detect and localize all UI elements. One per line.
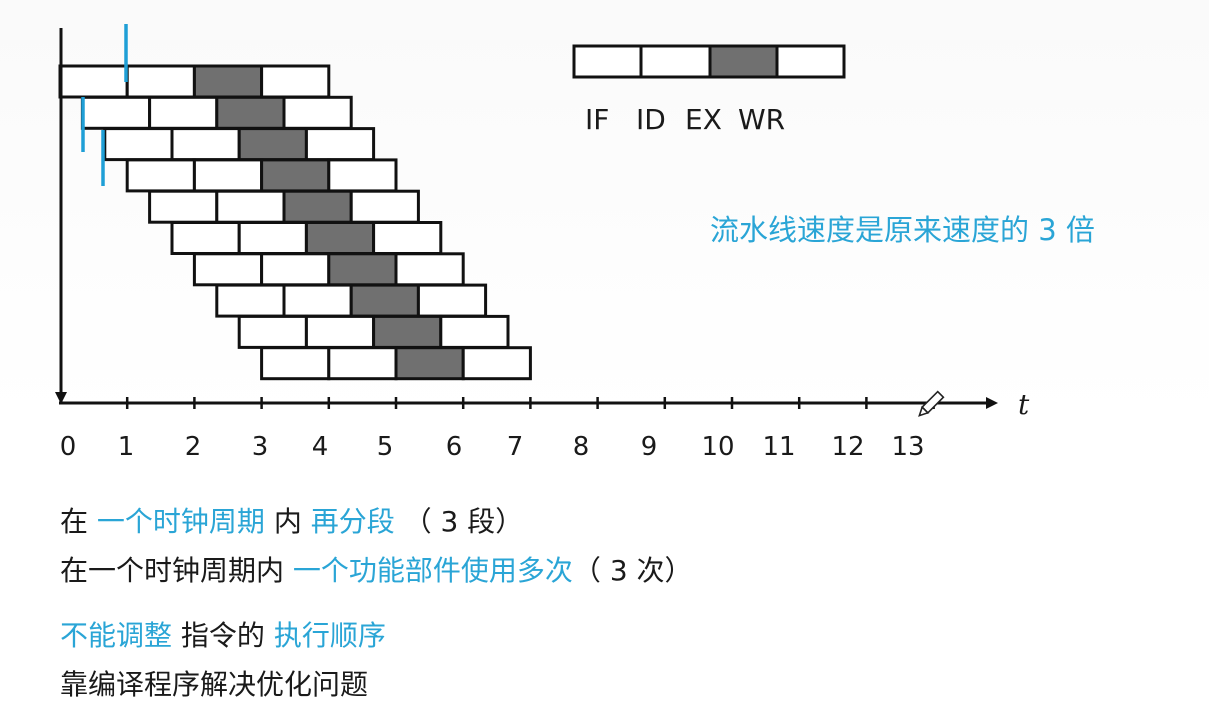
- tick-label: 0: [60, 432, 77, 462]
- plain-text: 在: [60, 505, 97, 538]
- stage-box: [304, 127, 376, 162]
- legend-label-wr: WR: [738, 103, 785, 136]
- stage-box: [394, 346, 465, 381]
- stage-box: [125, 64, 196, 99]
- legend-label-id: ID: [636, 103, 666, 136]
- x-axis-arrow: [986, 397, 998, 409]
- stage-box: [260, 252, 331, 287]
- stage-box: [215, 95, 286, 130]
- stage-box: [372, 314, 443, 349]
- tick-label: 13: [891, 432, 924, 462]
- stage-box: [192, 64, 264, 99]
- tick-label: 6: [446, 432, 463, 462]
- stage-box: [215, 189, 286, 224]
- stage-box: [148, 189, 219, 224]
- plain-text: 指令的: [172, 619, 274, 652]
- stage-box: [439, 314, 510, 349]
- stage-box: [349, 283, 420, 318]
- stage-box: [237, 221, 308, 255]
- tick-label: 9: [641, 432, 658, 462]
- stage-box: [394, 252, 465, 287]
- legend-label-if: IF: [585, 103, 609, 136]
- tick-label: 12: [831, 432, 864, 462]
- stage-legend: IF ID EX WR: [572, 44, 846, 136]
- plain-text: 内: [264, 505, 311, 538]
- time-axis-label: t: [1018, 388, 1030, 421]
- stage-box: [304, 314, 376, 349]
- stage-box: [148, 95, 219, 130]
- stage-box: [58, 64, 129, 99]
- highlighted-text: 不能调整: [60, 619, 173, 652]
- stage-box: [215, 283, 286, 318]
- highlighted-text: 一个功能部件使用多次: [292, 554, 573, 587]
- stage-box: [327, 158, 398, 193]
- plain-text: 在一个时钟周期内: [60, 554, 293, 587]
- stage-box: [260, 64, 331, 99]
- tick-label: 5: [377, 432, 394, 462]
- stage-box: [260, 158, 331, 193]
- tick-labels: 0 1 2 3 4 5 6 7 8 9 10 11 12 13: [60, 432, 925, 462]
- explanation-line: 在 一个时钟周期 内 再分段 （ 3 段）: [60, 500, 523, 540]
- stage-box: [80, 95, 152, 130]
- stage-box: [237, 314, 308, 349]
- tick-label: 2: [185, 432, 202, 462]
- highlighted-text: 一个时钟周期: [96, 505, 265, 538]
- legend-ex-fill: [710, 47, 777, 76]
- tick-label: 1: [118, 432, 135, 462]
- stage-box: [349, 189, 420, 224]
- pipeline-rows: [58, 64, 532, 381]
- speedup-note: 流水线速度是原来速度的 3 倍: [710, 213, 1095, 247]
- pencil-cursor-icon: [918, 390, 945, 417]
- stage-box: [327, 252, 398, 287]
- explanation-line: 靠编译程序解决优化问题: [60, 663, 368, 703]
- plain-text: （ 3 次）: [572, 554, 693, 587]
- tick-label: 11: [762, 432, 795, 462]
- tick-label: 7: [507, 432, 524, 462]
- stage-box: [461, 346, 532, 381]
- plain-text: 靠编译程序解决优化问题: [60, 668, 369, 701]
- tick-label: 3: [252, 432, 269, 462]
- stage-box: [282, 189, 353, 224]
- plain-text: （ 3 段）: [394, 505, 524, 538]
- stage-box: [282, 283, 353, 318]
- explanation-line: 不能调整 指令的 执行顺序: [60, 614, 386, 654]
- explanation-line: 在一个时钟周期内 一个功能部件使用多次（ 3 次）: [60, 549, 693, 589]
- legend-label-ex: EX: [685, 103, 722, 136]
- stage-box: [192, 252, 264, 287]
- tick-label: 10: [701, 432, 734, 462]
- highlighted-text: 执行顺序: [273, 619, 386, 652]
- stage-box: [237, 127, 308, 162]
- stage-box: [282, 95, 353, 130]
- stage-box: [260, 346, 331, 381]
- stage-box: [170, 221, 241, 255]
- stage-box: [170, 127, 241, 162]
- stage-box: [125, 158, 196, 193]
- tick-label: 8: [573, 432, 590, 462]
- stage-box: [327, 346, 398, 381]
- stage-box: [372, 221, 443, 255]
- stage-box: [416, 283, 488, 318]
- tick-label: 4: [312, 432, 329, 462]
- stage-box: [304, 221, 376, 255]
- stage-box: [103, 127, 174, 162]
- highlighted-text: 再分段: [310, 505, 395, 538]
- stage-box: [192, 158, 264, 193]
